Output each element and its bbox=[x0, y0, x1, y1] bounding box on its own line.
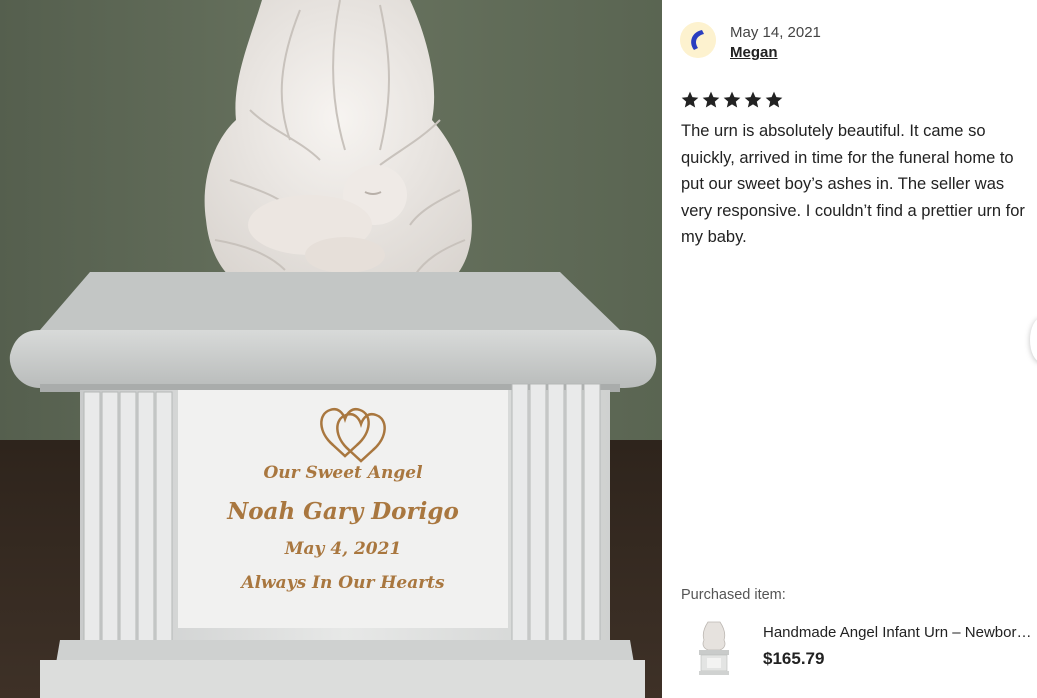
star-icon bbox=[723, 91, 741, 108]
urn-photo-illustration: Our Sweet Angel Noah Gary Dorigo May 4, … bbox=[0, 0, 662, 698]
purchased-item-title-link[interactable]: Handmade Angel Infant Urn – Newborn Baby… bbox=[763, 624, 1037, 641]
avatar[interactable] bbox=[680, 22, 716, 58]
review-date: May 14, 2021 bbox=[730, 24, 821, 41]
engraving-line-3: May 4, 2021 bbox=[284, 539, 402, 559]
star-icon bbox=[681, 91, 699, 108]
star-icon bbox=[765, 91, 783, 108]
purchased-item-label: Purchased item: bbox=[681, 587, 786, 603]
urn-box bbox=[9, 272, 657, 698]
purchased-item-thumbnail[interactable] bbox=[694, 620, 734, 676]
star-icon bbox=[702, 91, 720, 108]
review-text: The urn is absolutely beautiful. It came… bbox=[681, 122, 1025, 246]
review-panel: May 14, 2021 Megan The urn is absolutely… bbox=[662, 0, 1037, 698]
engraving-line-4: Always In Our Hearts bbox=[239, 573, 445, 593]
star-rating bbox=[680, 90, 784, 110]
review-photo[interactable]: Our Sweet Angel Noah Gary Dorigo May 4, … bbox=[0, 0, 662, 698]
star-icon bbox=[744, 91, 762, 108]
avatar-graphic bbox=[680, 22, 716, 58]
purchased-item-price: $165.79 bbox=[763, 649, 825, 668]
reviewer-name-link[interactable]: Megan bbox=[730, 44, 778, 61]
urn-thumbnail-image bbox=[699, 621, 729, 675]
engraving-line-1: Our Sweet Angel bbox=[263, 463, 423, 483]
engraving-line-2: Noah Gary Dorigo bbox=[226, 498, 459, 525]
